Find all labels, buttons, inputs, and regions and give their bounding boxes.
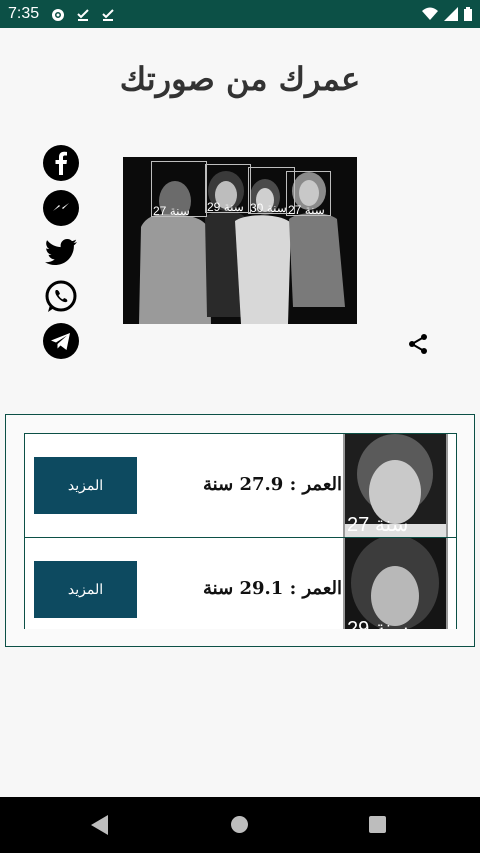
battery-icon: [464, 7, 472, 21]
face-box[interactable]: 29 سنة: [205, 164, 251, 214]
result-item[interactable]: المزيد العمر : 27.9 سنة 27 سنة: [24, 433, 457, 539]
face-thumbnail: 27 سنة: [343, 434, 448, 539]
age-text: العمر : 29.1 سنة: [203, 578, 342, 599]
face-thumbnail: 29 سنة: [343, 538, 448, 629]
page-title: عمرك من صورتك: [119, 60, 361, 98]
main-photo[interactable]: 27 سنة 29 سنة 30 سنة 27 سنة: [123, 157, 357, 324]
back-icon[interactable]: [91, 815, 109, 835]
thumb-age-label: 29 سنة: [347, 618, 409, 629]
download-done-icon: [76, 7, 90, 21]
results-panel: المزيد العمر : 27.9 سنة 27 سنة المزيد ال…: [5, 414, 475, 647]
face-age-label: 27 سنة: [153, 204, 190, 218]
twitter-icon[interactable]: [43, 234, 79, 270]
share-buttons: [43, 145, 79, 368]
status-time: 7:35: [8, 5, 40, 22]
face-age-label: 29 سنة: [207, 200, 244, 214]
face-box[interactable]: 27 سنة: [151, 161, 207, 218]
facebook-icon[interactable]: [43, 145, 79, 181]
face-box[interactable]: 27 سنة: [286, 171, 331, 217]
face-age-label: 27 سنة: [288, 203, 325, 217]
telegram-icon[interactable]: [43, 323, 79, 359]
share-icon[interactable]: [405, 331, 431, 357]
signal-icon: [444, 7, 458, 21]
navigation-bar: [0, 797, 480, 853]
whatsapp-icon[interactable]: [43, 279, 79, 315]
status-bar: 7:35: [0, 0, 480, 28]
more-button[interactable]: المزيد: [34, 457, 137, 514]
face-age-label: 30 سنة: [250, 201, 287, 215]
messenger-icon[interactable]: [43, 189, 79, 226]
more-button[interactable]: المزيد: [34, 561, 137, 618]
home-icon[interactable]: [231, 816, 248, 833]
thumb-age-label: 27 سنة: [347, 514, 409, 536]
wifi-icon: [422, 7, 438, 20]
age-text: العمر : 27.9 سنة: [203, 474, 342, 495]
result-item[interactable]: المزيد العمر : 29.1 سنة 29 سنة: [24, 537, 457, 629]
results-list[interactable]: المزيد العمر : 27.9 سنة 27 سنة المزيد ال…: [24, 433, 457, 629]
download-done-icon: [101, 7, 115, 21]
recents-icon[interactable]: [369, 816, 386, 833]
gear-icon: [51, 7, 65, 21]
status-right: [422, 7, 472, 21]
